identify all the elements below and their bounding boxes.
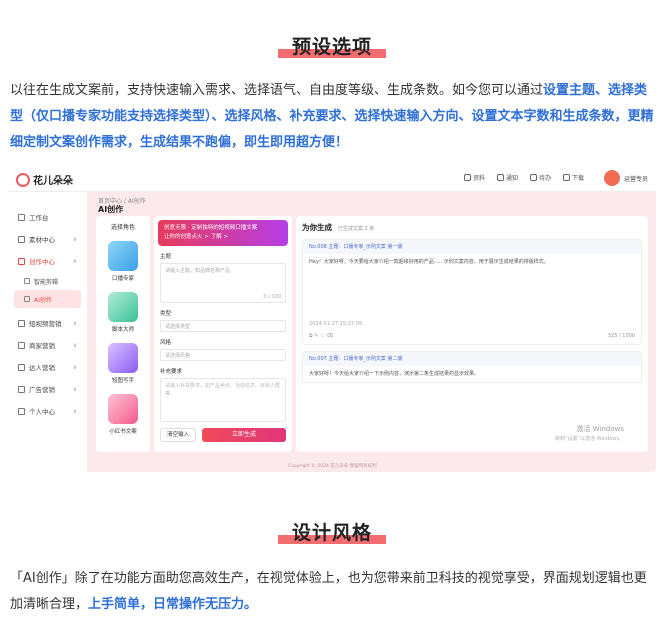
theme-count: 0 / 100 bbox=[263, 294, 281, 300]
section2-heading: 设计风格 bbox=[277, 518, 386, 545]
sidebar-sub-smart-edit[interactable]: 智能剪辑 bbox=[8, 272, 87, 290]
form-actions: 清空输入 立即生成 bbox=[154, 428, 292, 442]
user-menu[interactable]: 运营专员 bbox=[603, 170, 648, 186]
creation-form: 创意无限 · 定制独特的短视频口播文案 让你的创意点火 > 了解 > 主题 请输… bbox=[154, 216, 292, 452]
logo-mark-icon bbox=[16, 172, 30, 187]
shop-icon bbox=[18, 341, 25, 349]
edit-icon bbox=[18, 257, 25, 265]
page: 预设选项 以往在生成文案前，支持快速输入需求、选择语气、自由度等级、生成条数。如… bbox=[0, 0, 664, 644]
sidebar-item-video-marketing[interactable]: 短视频营销 ∨ bbox=[8, 312, 87, 334]
chevron-down-icon: ∨ bbox=[72, 235, 77, 243]
folder-icon bbox=[18, 235, 25, 243]
doc-icon bbox=[463, 174, 471, 181]
result-card[interactable]: No.008 主题：口播专家_示例文案 第一版 Hey！大家好呀，今天要给大家介… bbox=[302, 239, 642, 345]
theme-label: 主题 bbox=[160, 254, 172, 260]
result-card[interactable]: No.007 主题：口播专家_示例文案 第二版 大家好呀！今天给大家介绍一下示例… bbox=[302, 351, 642, 383]
app-screenshot: 花儿朵朵 资料 通知 待办 下载 运营专员 工作台 素材中心 ∨ 创作中心 ∧ 智能… bbox=[8, 166, 656, 472]
result-title: 为你生成 已生成文案 2 条 bbox=[302, 223, 375, 232]
microphone-icon bbox=[108, 241, 138, 271]
generate-button[interactable]: 立即生成 bbox=[202, 428, 286, 442]
sidebar-item-profile[interactable]: 个人中心 ∨ bbox=[8, 400, 87, 422]
people-icon bbox=[18, 363, 25, 371]
sidebar-item-ads[interactable]: 广告营销 ∨ bbox=[8, 378, 87, 400]
windows-watermark: 激活 Windows bbox=[576, 425, 624, 433]
home-icon bbox=[18, 213, 25, 221]
image-icon bbox=[108, 343, 138, 373]
sidebar-item-assets[interactable]: 素材中心 ∨ bbox=[8, 228, 87, 250]
promo-banner[interactable]: 创意无限 · 定制独特的短视频口播文案 让你的创意点火 > 了解 > bbox=[158, 220, 288, 246]
copyright: Copyright © 2024 花儿朵朵 保留所有权利 bbox=[288, 464, 377, 469]
section1-heading: 预设选项 bbox=[277, 32, 386, 59]
scissors-icon bbox=[24, 278, 30, 284]
sidebar-item-workbench[interactable]: 工作台 bbox=[8, 206, 87, 228]
chevron-down-icon: ∨ bbox=[72, 385, 77, 393]
top-action-todo[interactable]: 待办 bbox=[529, 173, 551, 182]
role-card-short[interactable]: 短图写手 bbox=[108, 343, 138, 384]
section2-heading-wrap: 设计风格 bbox=[0, 518, 664, 545]
top-action-download[interactable]: 下载 bbox=[562, 173, 584, 182]
megaphone-icon bbox=[18, 385, 25, 393]
copy-icon[interactable]: ⧉ ✎ ☆ ⌫ bbox=[309, 332, 333, 340]
role-card-oral[interactable]: 口播专家 bbox=[108, 241, 138, 282]
chevron-down-icon: ∨ bbox=[72, 319, 77, 327]
role-column: 选择角色 口播专家 脚本大师 短图写手 小红书文案 bbox=[96, 216, 150, 452]
section1-heading-wrap: 预设选项 bbox=[0, 32, 664, 59]
page-title: AI创作 bbox=[98, 205, 124, 214]
chevron-down-icon: ∨ bbox=[72, 341, 77, 349]
style-label: 风格 bbox=[160, 340, 172, 346]
script-icon bbox=[108, 292, 138, 322]
sidebar-item-influencer[interactable]: 达人营销 ∨ bbox=[8, 356, 87, 378]
avatar bbox=[603, 170, 620, 186]
chevron-down-icon: ∨ bbox=[72, 363, 77, 371]
sidebar-sub-ai-create[interactable]: AI创作 bbox=[14, 290, 81, 308]
extra-label: 补充要求 bbox=[160, 369, 183, 375]
clear-button[interactable]: 清空输入 bbox=[160, 428, 196, 442]
card-footer: ⧉ ✎ ☆ ⌫ 325 / 1000 bbox=[309, 332, 635, 340]
top-actions: 资料 通知 待办 下载 bbox=[463, 173, 584, 182]
sidebar-item-merchant[interactable]: 商家营销 ∨ bbox=[8, 334, 87, 356]
design-paragraph: 「AI创作」除了在功能方面助您高效生产，在视觉体验上，也为您带来前卫科技的视觉享… bbox=[10, 571, 647, 612]
sidebar-item-create[interactable]: 创作中心 ∧ bbox=[8, 250, 87, 272]
user-icon bbox=[18, 407, 25, 415]
theme-input[interactable]: 请输入主题，如品牌名称产品 0 / 100 bbox=[160, 263, 286, 303]
ai-icon bbox=[24, 296, 30, 302]
brand-logo[interactable]: 花儿朵朵 bbox=[16, 172, 73, 187]
chevron-down-icon: ∨ bbox=[72, 407, 77, 415]
role-card-script[interactable]: 脚本大师 bbox=[108, 292, 138, 333]
type-select[interactable]: 请选择类型 bbox=[160, 320, 286, 332]
role-card-xhs[interactable]: 小红书文案 bbox=[108, 394, 138, 435]
style-select[interactable]: 请选择风格 bbox=[160, 349, 286, 361]
top-bar: 花儿朵朵 资料 通知 待办 下载 运营专员 bbox=[8, 166, 656, 192]
result-panel: 为你生成 已生成文案 2 条 No.008 主题：口播专家_示例文案 第一版 He… bbox=[296, 216, 648, 452]
notebook-icon bbox=[108, 394, 138, 424]
download-icon bbox=[562, 174, 570, 181]
top-action-notice[interactable]: 通知 bbox=[496, 173, 518, 182]
top-action-data[interactable]: 资料 bbox=[463, 173, 485, 182]
list-icon bbox=[529, 174, 537, 181]
role-label: 选择角色 bbox=[110, 224, 135, 231]
type-label: 类型 bbox=[160, 311, 172, 317]
bell-icon bbox=[496, 174, 504, 181]
video-icon bbox=[18, 319, 25, 327]
windows-watermark-sub: 转到“设置”以激活 Windows。 bbox=[554, 436, 624, 442]
sidebar: 工作台 素材中心 ∨ 创作中心 ∧ 智能剪辑 AI创作 短视频营销 ∨ 商家营销 ∨ 达… bbox=[8, 192, 88, 472]
chevron-up-icon: ∧ bbox=[72, 257, 77, 265]
extra-input[interactable]: 请输入补充要求，如产品卖点、活动信息、目标人群等 bbox=[160, 378, 286, 422]
intro-paragraph: 以往在生成文案前，支持快速输入需求、选择语气、自由度等级、生成条数。如今您可以通… bbox=[10, 83, 654, 150]
